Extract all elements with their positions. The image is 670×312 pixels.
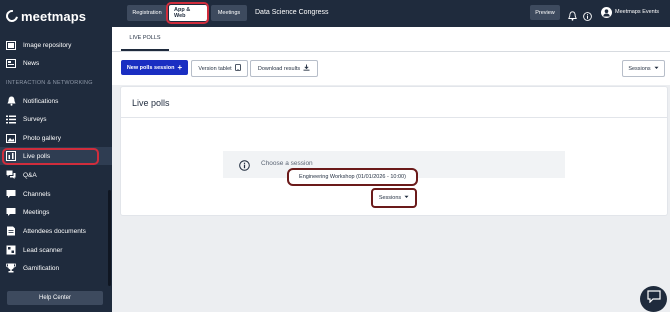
info-icon[interactable] xyxy=(583,8,592,21)
live-polls-panel: Live polls Choose a session Engineering … xyxy=(121,87,667,215)
sidebar-item-notifications[interactable]: Notifications xyxy=(0,92,112,110)
account-name[interactable]: Meetmaps Events xyxy=(615,9,659,15)
sidebar: meetmaps Image repository News INTERACTI… xyxy=(0,0,112,312)
chat-support-button[interactable] xyxy=(640,286,667,312)
sidebar-item-lead-scanner[interactable]: Lead scanner xyxy=(0,241,112,259)
sidebar-item-label: Notifications xyxy=(23,97,59,105)
preview-button[interactable]: Preview xyxy=(530,5,560,20)
sidebar-item-news[interactable]: News xyxy=(0,54,112,72)
caret-down-icon xyxy=(654,66,659,72)
trophy-icon xyxy=(6,263,16,273)
logo-text: meetmaps xyxy=(21,8,87,24)
sidebar-item-label: Q&A xyxy=(23,171,37,179)
sidebar-item-label: Photo gallery xyxy=(23,134,61,142)
news-icon xyxy=(6,58,16,68)
version-tablet-label: Version tablet xyxy=(198,65,232,72)
help-center-button[interactable]: Help Center xyxy=(7,291,103,305)
sessions-dropdown-label: Sessions xyxy=(378,195,402,201)
sidebar-item-label: Attendees documents xyxy=(23,227,86,235)
caret-down-icon xyxy=(404,195,409,201)
choose-session-text: Choose a session xyxy=(261,160,313,167)
chat-icon xyxy=(646,290,661,308)
new-polls-session-button[interactable]: New polls session + xyxy=(121,60,188,75)
info-circle-icon xyxy=(239,158,250,171)
notifications-bell-icon[interactable] xyxy=(568,8,577,21)
toolbar: New polls session + Version tablet Downl… xyxy=(112,52,670,85)
avatar[interactable] xyxy=(601,7,612,18)
meetings-icon xyxy=(6,207,16,217)
plus-icon: + xyxy=(177,62,183,72)
content-tabs: LIVE POLLS xyxy=(112,27,670,52)
sidebar-item-channels[interactable]: Channels xyxy=(0,185,112,203)
sidebar-scrollbar[interactable] xyxy=(108,190,111,286)
sidebar-item-label: Channels xyxy=(23,190,51,198)
tab-meetings[interactable]: Meetings xyxy=(211,5,247,21)
sidebar-item-label: Gamification xyxy=(23,264,60,272)
sidebar-item-qa[interactable]: Q&A xyxy=(0,166,112,184)
download-results-label: Download results xyxy=(257,65,301,72)
panel-title: Live polls xyxy=(132,98,170,108)
scanner-icon xyxy=(6,245,16,255)
logo[interactable]: meetmaps xyxy=(3,7,87,25)
app-web-highlight xyxy=(166,2,209,24)
version-tablet-button[interactable]: Version tablet xyxy=(191,60,248,77)
tab-live-polls[interactable]: LIVE POLLS xyxy=(121,27,169,51)
sidebar-item-label: Image repository xyxy=(23,41,72,49)
sidebar-section-label: INTERACTION & NETWORKING xyxy=(6,80,93,86)
logo-icon xyxy=(3,7,21,25)
sidebar-item-photo-gallery[interactable]: Photo gallery xyxy=(0,129,112,147)
sessions-label: Sessions xyxy=(628,65,651,72)
sidebar-item-image-repository[interactable]: Image repository xyxy=(0,36,112,54)
panel-divider xyxy=(121,117,667,118)
sidebar-item-attendees-documents[interactable]: Attendees documents xyxy=(0,222,112,240)
list-icon xyxy=(6,114,16,124)
qa-icon xyxy=(6,170,16,180)
sidebar-item-label: Meetings xyxy=(23,208,50,216)
sidebar-item-label: News xyxy=(23,59,40,67)
sidebar-item-meetings[interactable]: Meetings xyxy=(0,203,112,221)
selected-session-option[interactable]: Engineering Workshop (01/01/2026 - 10:00… xyxy=(287,168,418,186)
event-title: Data Science Congress xyxy=(255,9,329,16)
photo-icon xyxy=(6,133,16,143)
new-polls-session-label: New polls session xyxy=(126,64,175,71)
tab-registration[interactable]: Registration xyxy=(127,5,167,21)
download-results-button[interactable]: Download results xyxy=(250,60,318,77)
live-polls-highlight xyxy=(2,148,99,165)
image-icon xyxy=(6,40,16,50)
sidebar-item-label: Lead scanner xyxy=(23,246,63,254)
bell-icon xyxy=(6,96,16,106)
sessions-dropdown-top[interactable]: Sessions xyxy=(622,60,665,77)
sidebar-item-gamification[interactable]: Gamification xyxy=(0,259,112,277)
download-icon xyxy=(303,64,310,73)
sidebar-item-surveys[interactable]: Surveys xyxy=(0,110,112,128)
sidebar-item-label: Surveys xyxy=(23,115,47,123)
document-icon xyxy=(6,226,16,236)
sessions-dropdown[interactable]: Sessions xyxy=(371,188,417,208)
tablet-icon xyxy=(234,64,241,73)
channels-icon xyxy=(6,189,16,199)
